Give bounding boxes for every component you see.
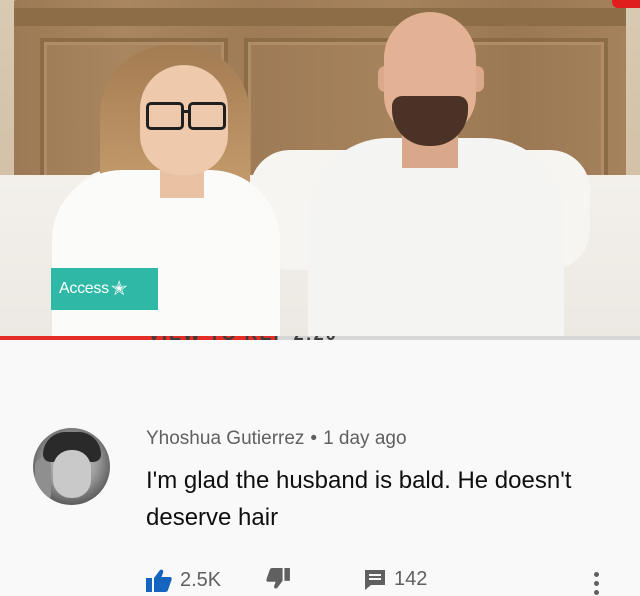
clipped-overlay-text: VIEW TO REF 2:20 [148,336,368,344]
headboard-rail [14,8,626,26]
man-body [308,138,564,338]
avatar[interactable] [33,428,110,505]
avatar-face [53,450,91,498]
comment-text: I'm glad the husband is bald. He doesn't… [146,467,572,531]
comment-actions: 2.5K 142 [146,568,640,596]
avatar-hand [35,458,51,502]
more-vert-icon[interactable] [594,572,600,596]
glasses [146,102,226,130]
like-count: 2.5K [180,568,222,591]
thumbs-down-icon [266,568,290,589]
access-logo-badge: Access ✭ [51,268,158,310]
comment-author[interactable]: Yhoshua Gutierrez [146,428,304,449]
dislike-button[interactable] [266,568,298,590]
video-player[interactable]: Access ✭ [0,0,640,338]
red-corner-marker [612,0,640,8]
thumbs-up-icon [146,569,172,592]
star-icon: ✭ [110,278,128,300]
comment-meta: Yhoshua Gutierrez • 1 day ago [146,428,407,450]
reply-icon [365,569,385,590]
clipped-overlay-label: VIEW TO REF 2:20 [148,336,368,344]
reply-button[interactable]: 142 [364,568,427,591]
meta-separator: • [310,428,318,449]
reply-count: 142 [394,568,428,590]
comment-time[interactable]: 1 day ago [323,428,406,449]
like-button[interactable]: 2.5K [146,568,221,592]
access-logo-text: Access [59,280,109,297]
